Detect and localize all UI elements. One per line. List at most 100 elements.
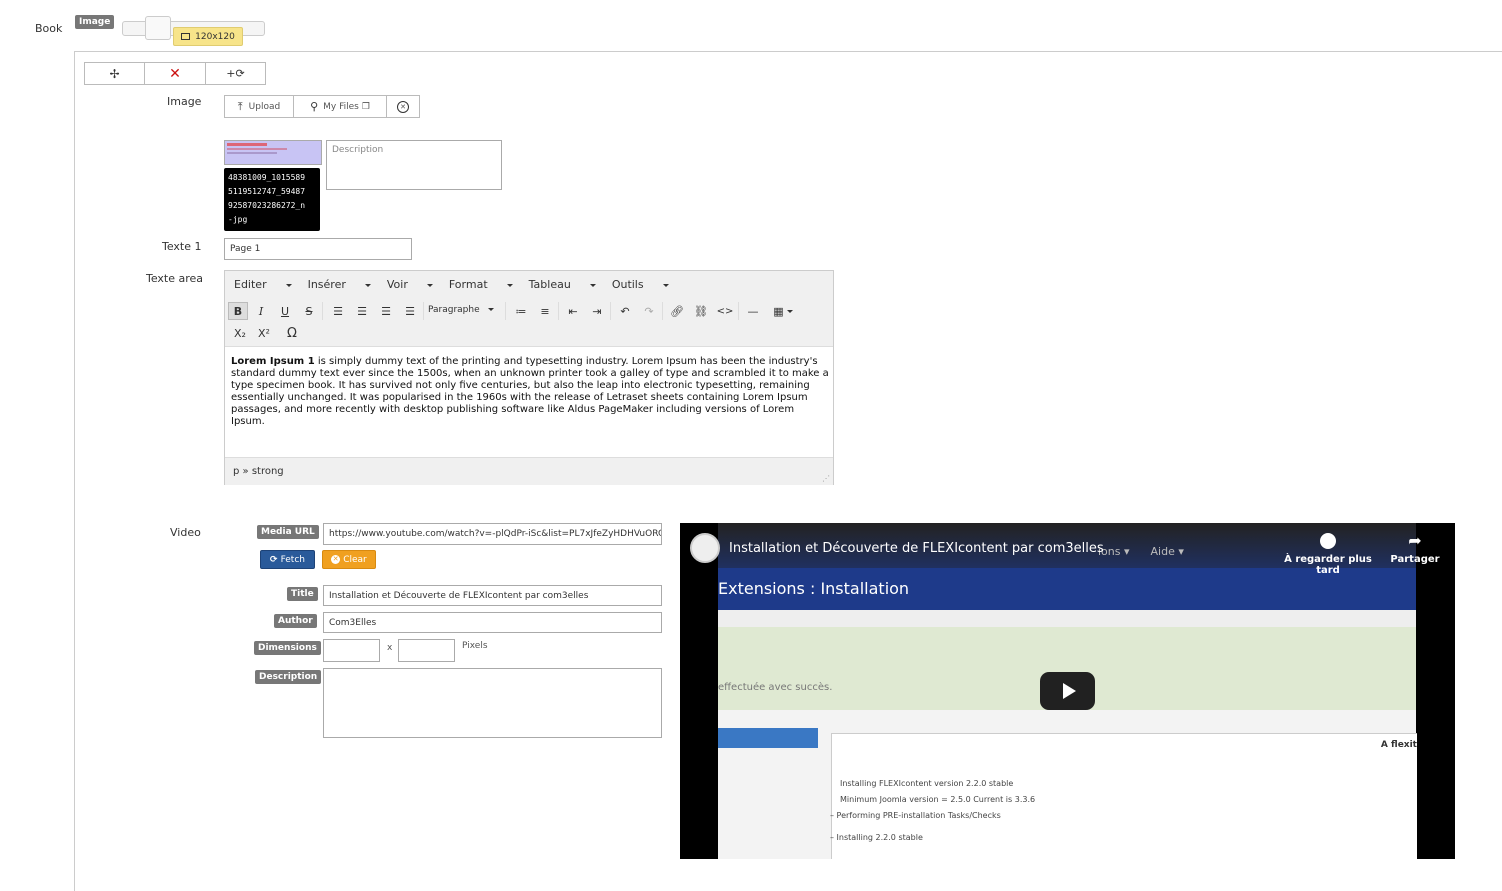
frame-success-text: effectuée avec succès.	[718, 682, 833, 693]
play-icon	[1062, 683, 1076, 699]
video-author-value: Com3Elles	[329, 617, 377, 628]
upload-button[interactable]: ⤒ Upload	[224, 95, 294, 118]
width-input[interactable]	[323, 639, 380, 662]
superscript-button[interactable]: X²	[254, 324, 274, 342]
editor-statusbar: p » strong ⋰	[225, 457, 833, 485]
search-icon: ⚲	[310, 100, 319, 113]
add-copy-icon: +⟳	[226, 67, 245, 80]
menu-tableau[interactable]: Tableau	[529, 278, 596, 291]
bullet-list-button[interactable]: ≔	[511, 302, 531, 320]
video-title[interactable]: Installation et Découverte de FLEXIconte…	[729, 541, 1104, 556]
bold-button[interactable]: B	[228, 302, 248, 320]
resize-handle-icon[interactable]: ⋰	[822, 474, 830, 483]
menu-outils[interactable]: Outils	[612, 278, 669, 291]
menu-inserer[interactable]: Insérer	[308, 278, 371, 291]
table-button[interactable]: ▦	[769, 302, 797, 320]
strikethrough-button[interactable]: S	[299, 302, 319, 320]
unlink-button[interactable]: ⛓︎	[691, 302, 711, 320]
block-format-value: Paragraphe	[428, 305, 480, 315]
share-icon: ➦	[1408, 531, 1422, 550]
size-slider-handle[interactable]	[145, 16, 171, 40]
clock-icon	[1320, 533, 1336, 549]
align-right-button[interactable]: ☰	[376, 302, 396, 320]
clear-label: Clear	[343, 554, 367, 565]
align-right-icon: ☰	[381, 304, 391, 318]
menu-format[interactable]: Format	[449, 278, 513, 291]
video-player[interactable]: ions ▾ Aide ▾ Extensions : Installation …	[680, 523, 1455, 859]
horizontal-rule-icon: —	[747, 304, 759, 318]
image-icon	[181, 33, 191, 40]
fetch-label: Fetch	[280, 554, 305, 565]
texte1-input[interactable]: Page 1	[224, 238, 412, 260]
watch-later-button[interactable]: À regarder plus tard	[1278, 533, 1378, 576]
subscript-icon: X₂	[234, 326, 246, 340]
code-button[interactable]: <>	[715, 302, 735, 320]
upload-icon: ⤒	[237, 99, 243, 113]
align-left-button[interactable]: ☰	[328, 302, 348, 320]
video-title-input[interactable]: Installation et Découverte de FLEXIconte…	[323, 585, 662, 606]
undo-button[interactable]: ↶	[615, 302, 635, 320]
video-author-input[interactable]: Com3Elles	[323, 612, 662, 633]
image-description-field[interactable]: Description	[326, 140, 502, 190]
texte-area-label: Texte area	[146, 272, 204, 285]
content-bold-text: Lorem Ipsum 1	[231, 356, 315, 367]
underline-icon: U	[280, 304, 290, 318]
italic-button[interactable]: I	[251, 302, 271, 320]
watch-later-label: À regarder plus tard	[1284, 554, 1372, 576]
bold-icon: B	[233, 304, 243, 318]
play-button[interactable]	[1040, 672, 1095, 710]
add-copy-button[interactable]: +⟳	[206, 62, 266, 85]
align-center-button[interactable]: ☰	[352, 302, 372, 320]
media-url-input[interactable]: https://www.youtube.com/watch?v=-plQdPr-…	[323, 523, 662, 545]
omega-icon: Ω	[287, 325, 297, 341]
editor-content[interactable]: Lorem Ipsum 1 is simply dummy text of th…	[231, 356, 829, 428]
height-input[interactable]	[398, 639, 455, 662]
share-button[interactable]: ➦ Partager	[1385, 531, 1445, 566]
horizontal-rule-button[interactable]: —	[743, 302, 763, 320]
special-char-button[interactable]: Ω	[282, 324, 302, 342]
outdent-button[interactable]: ⇤	[563, 302, 583, 320]
image-label: Image	[167, 95, 202, 108]
dimensions-badge: Dimensions	[254, 641, 321, 655]
align-justify-button[interactable]: ☰	[400, 302, 420, 320]
upload-label: Upload	[248, 101, 281, 112]
element-path: p » strong	[233, 466, 284, 477]
refresh-icon: ⟳	[270, 554, 278, 565]
channel-avatar[interactable]	[690, 533, 720, 563]
strikethrough-icon: S	[305, 304, 313, 318]
my-files-button[interactable]: ⚲ My Files ❐	[294, 95, 387, 118]
align-left-icon: ☰	[333, 304, 343, 318]
close-icon: ✕	[169, 65, 181, 82]
video-description-textarea[interactable]	[323, 668, 662, 738]
size-tooltip: 120x120	[173, 27, 243, 46]
content-text: is simply dummy text of the printing and…	[231, 356, 829, 427]
clear-button[interactable]: ✕ Clear	[322, 550, 376, 569]
align-center-icon: ☰	[357, 304, 367, 318]
align-justify-icon: ☰	[405, 304, 415, 318]
texte1-value: Page 1	[230, 244, 261, 254]
menu-voir[interactable]: Voir	[387, 278, 433, 291]
move-icon: ✢	[109, 66, 120, 81]
subscript-button[interactable]: X₂	[230, 324, 250, 342]
frame-log-title: A flexit	[1380, 740, 1417, 750]
link-button[interactable]: 🔗︎	[667, 302, 687, 320]
delete-button[interactable]: ✕	[145, 62, 206, 85]
clear-image-button[interactable]: ✕	[387, 95, 420, 118]
author-badge: Author	[274, 614, 317, 628]
move-button[interactable]: ✢	[84, 62, 145, 85]
image-description-placeholder: Description	[332, 145, 384, 155]
media-url-badge: Media URL	[257, 525, 319, 539]
code-icon: <>	[716, 305, 734, 317]
group-controls: ✢ ✕ +⟳	[84, 62, 266, 85]
numbered-list-button[interactable]: ≡	[535, 302, 555, 320]
dimensions-separator: x	[387, 643, 393, 653]
indent-button[interactable]: ⇥	[587, 302, 607, 320]
filename-tooltip: 48381009_1015589 5119512747_59487 925870…	[224, 168, 320, 231]
block-format-select[interactable]: Paragraphe	[428, 305, 494, 315]
texte1-label: Texte 1	[162, 240, 202, 253]
redo-button[interactable]: ↷	[639, 302, 659, 320]
image-thumbnail[interactable]	[224, 140, 322, 165]
underline-button[interactable]: U	[275, 302, 295, 320]
menu-editer[interactable]: Editer	[234, 278, 292, 291]
fetch-button[interactable]: ⟳ Fetch	[260, 550, 315, 569]
